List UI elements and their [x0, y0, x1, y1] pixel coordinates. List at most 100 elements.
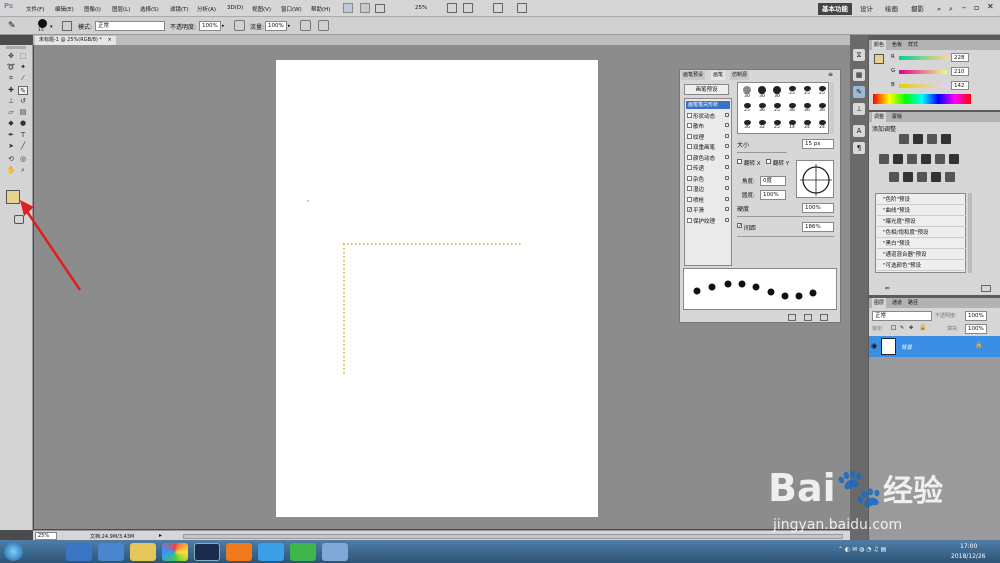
- adjustment-preset-item[interactable]: "可选颜色"预设: [877, 261, 966, 271]
- lock-icon[interactable]: [725, 175, 729, 180]
- brush-tip-cell[interactable]: 36: [755, 102, 769, 118]
- brush-tip-cell[interactable]: 36: [800, 102, 814, 118]
- lock-all-icon[interactable]: 🔒: [919, 324, 926, 331]
- brush-tip-cell[interactable]: 25: [740, 102, 754, 118]
- posterize-icon[interactable]: [903, 172, 913, 182]
- minibridge-icon[interactable]: [360, 3, 370, 13]
- search-icon[interactable]: ⌕: [946, 4, 956, 14]
- tab-brush[interactable]: 画笔: [711, 71, 726, 80]
- menu-filter[interactable]: 滤镜(T): [170, 5, 189, 13]
- adjustment-preset-item[interactable]: "色相/饱和度"预设: [877, 228, 966, 238]
- taskbar-wechat-icon[interactable]: [290, 543, 316, 561]
- tab-brush-presets[interactable]: 画笔预设: [681, 71, 706, 80]
- airbrush-icon[interactable]: [300, 20, 311, 31]
- lock-position-icon[interactable]: ✥: [909, 325, 913, 331]
- lock-icon[interactable]: [725, 112, 729, 117]
- mode-select[interactable]: 正常: [95, 21, 165, 31]
- flip-x-checkbox[interactable]: [737, 159, 742, 164]
- history-panel-icon[interactable]: ⧖: [853, 49, 865, 61]
- black-white-icon[interactable]: [921, 154, 931, 164]
- brush-setting-item[interactable]: 传递: [693, 164, 704, 172]
- tip-grid-scrollbar[interactable]: [830, 82, 834, 134]
- workspace-photography[interactable]: 摄影: [907, 3, 928, 15]
- workspace-essentials[interactable]: 基本功能: [818, 3, 852, 15]
- restore-icon[interactable]: ▫: [974, 3, 979, 12]
- levels-icon[interactable]: [913, 134, 923, 144]
- adjustment-preset-item[interactable]: "曲线"预设: [877, 206, 966, 216]
- adjustment-preset-item[interactable]: "通道混合器"预设: [877, 250, 966, 260]
- document-canvas[interactable]: [276, 60, 598, 517]
- spacing-checkbox[interactable]: ✓: [737, 223, 742, 229]
- opacity-dropdown-icon[interactable]: ▸: [222, 23, 225, 29]
- brush-setting-item[interactable]: 杂色: [693, 175, 704, 183]
- spacing-input[interactable]: 186%: [802, 222, 834, 232]
- adjustment-preset-item[interactable]: "黑白"预设: [877, 239, 966, 249]
- taskbar-photoshop-icon[interactable]: [194, 543, 220, 561]
- size-slider[interactable]: [737, 152, 787, 153]
- b-input[interactable]: 142: [951, 81, 969, 90]
- hardness-slider[interactable]: [737, 216, 834, 217]
- presets-scrollbar[interactable]: [968, 193, 972, 273]
- lock-icon[interactable]: [725, 133, 729, 138]
- curves-icon[interactable]: [927, 134, 937, 144]
- layer-name[interactable]: 背景: [901, 343, 912, 351]
- brush-setting-checkbox[interactable]: [687, 154, 692, 160]
- brush-tip-cell[interactable]: 30: [770, 85, 784, 101]
- tab-swatches[interactable]: 色板: [892, 40, 902, 50]
- bridge-icon[interactable]: [343, 3, 353, 13]
- flow-dropdown-icon[interactable]: ▸: [288, 23, 291, 29]
- layer-row-background[interactable]: ◉ 背景 🔒: [869, 336, 1000, 357]
- status-zoom[interactable]: 25%: [35, 532, 57, 540]
- brush-setting-checkbox[interactable]: [687, 112, 692, 118]
- brush-tip-cell[interactable]: 25: [785, 85, 799, 101]
- angle-roundness-widget[interactable]: [796, 160, 834, 198]
- g-slider[interactable]: [899, 70, 947, 74]
- arrange-documents-icon[interactable]: [493, 3, 503, 13]
- brush-tip-cell[interactable]: 25: [800, 85, 814, 101]
- photo-filter-icon[interactable]: [935, 154, 945, 164]
- taskbar-wps-icon[interactable]: [258, 543, 284, 561]
- lock-icon[interactable]: [725, 196, 729, 201]
- character-panel-icon[interactable]: A: [853, 125, 865, 137]
- brush-setting-item[interactable]: 保护纹理: [693, 217, 715, 225]
- lock-transparency-icon[interactable]: [891, 325, 896, 330]
- brush-presets-button[interactable]: 画笔预设: [684, 84, 729, 95]
- selective-color-icon[interactable]: [945, 172, 955, 182]
- brush-setting-checkbox[interactable]: [687, 217, 692, 223]
- brush-tip-cell[interactable]: 25: [815, 85, 829, 101]
- minimize-icon[interactable]: –: [962, 3, 966, 12]
- brush-panel-icon[interactable]: ✎: [853, 86, 865, 98]
- brush-tip-cell[interactable]: 25: [770, 102, 784, 118]
- opacity-input[interactable]: 100%: [199, 21, 221, 31]
- zoom-level-menu[interactable]: 25%: [415, 5, 427, 11]
- brush-setting-checkbox[interactable]: [687, 186, 692, 191]
- angle-input[interactable]: 0度: [760, 176, 786, 186]
- pressure-opacity-icon[interactable]: [234, 20, 245, 31]
- vibrance-icon[interactable]: [879, 154, 889, 164]
- brush-tip-cell[interactable]: 14: [785, 119, 799, 135]
- brush-setting-item[interactable]: 双重画笔: [693, 143, 715, 151]
- menu-select[interactable]: 选择(S): [140, 5, 159, 13]
- brush-tip-cell[interactable]: 36: [785, 102, 799, 118]
- menu-view[interactable]: 视图(V): [252, 5, 271, 13]
- gradient-map-icon[interactable]: [931, 172, 941, 182]
- create-brush-icon[interactable]: [804, 314, 812, 321]
- brush-tip-grid[interactable]: 30 30 30 25 25 25 25 36 25 36 36 36 36 32 25 14 24 24: [737, 82, 829, 134]
- tab-color[interactable]: 颜色: [872, 40, 887, 50]
- brush-setting-item[interactable]: 形状动态: [693, 112, 715, 120]
- brush-setting-checkbox[interactable]: ✓: [687, 207, 692, 213]
- hue-saturation-icon[interactable]: [893, 154, 903, 164]
- brush-setting-checkbox[interactable]: [687, 165, 692, 170]
- brush-tip-cell[interactable]: 24: [800, 119, 814, 135]
- brush-setting-checkbox[interactable]: [687, 175, 692, 181]
- size-input[interactable]: 15 px: [802, 139, 834, 149]
- lock-icon[interactable]: [725, 165, 729, 169]
- brush-setting-item[interactable]: 喷枪: [693, 196, 704, 204]
- brush-setting-item[interactable]: 平滑: [693, 206, 704, 214]
- adjustment-preset-item[interactable]: "曝光度"预设: [877, 217, 966, 227]
- menu-analysis[interactable]: 分析(A): [197, 5, 216, 13]
- horizontal-scrollbar[interactable]: [183, 534, 843, 539]
- taskbar-browser-icon[interactable]: [162, 543, 188, 561]
- menu-layer[interactable]: 图层(L): [112, 5, 130, 13]
- tab-styles[interactable]: 样式: [908, 40, 918, 50]
